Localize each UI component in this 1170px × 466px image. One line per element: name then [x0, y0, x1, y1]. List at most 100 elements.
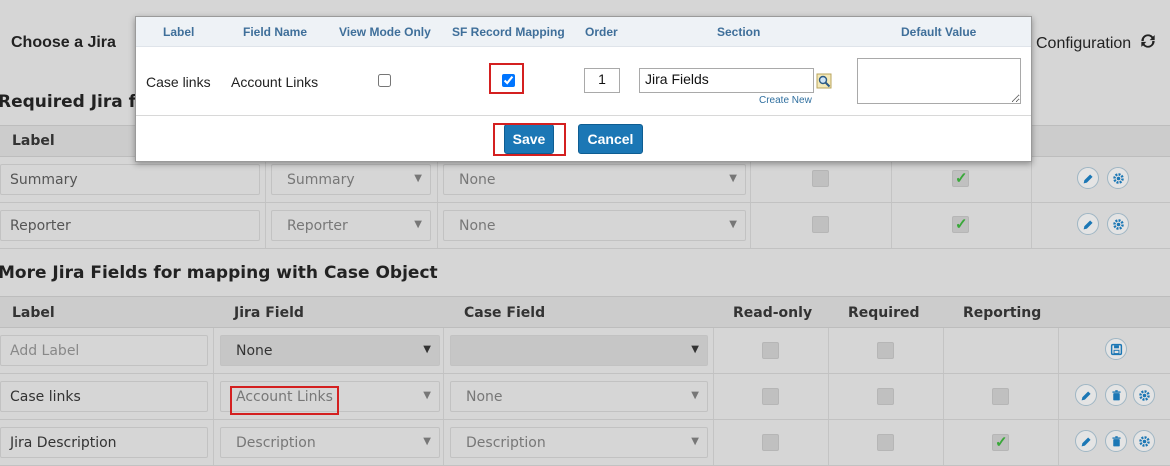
trash-icon	[1111, 435, 1121, 446]
chevron-down-icon: ▼	[691, 344, 699, 355]
table-row: Add Label None ▼ ▼	[0, 328, 1170, 374]
required-checkbox[interactable]	[877, 342, 894, 359]
col-default-value: Default Value	[901, 25, 977, 39]
jira-field-value: None	[236, 343, 273, 359]
configuration-label: Configuration	[1036, 34, 1132, 52]
case-field-select[interactable]: None ▼	[443, 210, 746, 241]
case-field-select[interactable]: Description ▼	[450, 427, 708, 458]
header-jira-field: Jira Field	[234, 305, 304, 321]
read-only-checkbox[interactable]	[762, 434, 779, 451]
default-value-textarea[interactable]	[857, 58, 1021, 104]
col-section: Section	[717, 25, 761, 39]
header-label: Label	[12, 305, 55, 321]
trash-icon	[1111, 389, 1121, 400]
chevron-down-icon: ▼	[414, 173, 422, 184]
jira-field-select[interactable]: Description ▼	[220, 427, 440, 458]
settings-button[interactable]	[1133, 430, 1155, 452]
required-section-title: Required Jira f	[0, 92, 137, 112]
edit-button[interactable]	[1075, 430, 1097, 452]
edit-button[interactable]	[1077, 213, 1099, 235]
chevron-down-icon: ▼	[729, 219, 737, 230]
cancel-button[interactable]: Cancel	[578, 124, 643, 154]
pencil-icon	[1081, 436, 1091, 446]
view-mode-only-checkbox[interactable]	[378, 74, 391, 87]
refresh-icon[interactable]	[1137, 31, 1159, 56]
table-row: Jira Description Description ▼ Descriptio…	[0, 420, 1170, 466]
required-checkbox[interactable]	[877, 388, 894, 405]
gear-icon	[1138, 435, 1150, 447]
header-case-field: Case Field	[464, 305, 546, 321]
gear-icon	[1112, 172, 1124, 184]
pencil-icon	[1083, 219, 1093, 229]
label-input[interactable]: Case links	[0, 381, 208, 412]
order-input[interactable]: 1	[584, 68, 620, 93]
delete-button[interactable]	[1105, 430, 1127, 452]
chevron-down-icon: ▼	[414, 219, 422, 230]
highlight-box	[493, 123, 566, 156]
header-required: Required	[848, 305, 920, 321]
table-row: Summary Summary ▼ None ▼	[0, 157, 1170, 203]
save-row-button[interactable]	[1105, 338, 1127, 360]
label-input[interactable]: Reporter	[0, 210, 260, 241]
required-checkbox[interactable]	[812, 216, 829, 233]
configuration-link[interactable]: Configuration	[1036, 31, 1159, 56]
delete-button[interactable]	[1105, 384, 1127, 406]
more-section-title: More Jira Fields for mapping with Case O…	[0, 263, 438, 283]
col-sf-record-mapping: SF Record Mapping	[452, 25, 565, 39]
case-field-value: None	[459, 172, 496, 188]
settings-button[interactable]	[1133, 384, 1155, 406]
jira-field-value: Reporter	[287, 218, 348, 234]
modal-field-name-value: Account Links	[231, 74, 319, 90]
edit-button[interactable]	[1077, 167, 1099, 189]
chevron-down-icon: ▼	[423, 390, 431, 401]
chevron-down-icon: ▼	[691, 436, 699, 447]
settings-button[interactable]	[1107, 213, 1129, 235]
jira-field-select[interactable]: None ▼	[220, 335, 440, 366]
floppy-disk-icon	[1110, 343, 1122, 355]
jira-field-value: Description	[236, 435, 316, 451]
reporting-checkbox[interactable]	[992, 433, 1009, 451]
reporting-checkbox[interactable]	[952, 215, 969, 233]
header-read-only: Read-only	[733, 305, 813, 321]
pencil-icon	[1083, 173, 1093, 183]
case-field-select[interactable]: None ▼	[450, 381, 708, 412]
reporting-checkbox[interactable]	[992, 388, 1009, 405]
table-row: Case links Account Links ▼ None ▼	[0, 374, 1170, 420]
case-field-select[interactable]: ▼	[450, 335, 708, 366]
col-label: Label	[163, 25, 195, 39]
jira-field-select[interactable]: Reporter ▼	[271, 210, 431, 241]
gear-icon	[1138, 389, 1150, 401]
gear-icon	[1112, 218, 1124, 230]
chevron-down-icon: ▼	[691, 390, 699, 401]
more-table-header: Label Jira Field Case Field Read-only Re…	[0, 296, 1170, 328]
highlight-box	[489, 63, 524, 94]
col-field-name: Field Name	[243, 25, 308, 39]
create-new-link[interactable]: Create New	[759, 95, 812, 106]
modal-label-value: Case links	[146, 74, 211, 90]
reporting-checkbox[interactable]	[952, 169, 969, 187]
col-order: Order	[585, 25, 618, 39]
label-input[interactable]: Summary	[0, 164, 260, 195]
required-checkbox[interactable]	[812, 170, 829, 187]
case-field-value: None	[459, 218, 496, 234]
lookup-search-icon[interactable]	[816, 73, 832, 94]
chevron-down-icon: ▼	[729, 173, 737, 184]
header-reporting: Reporting	[963, 305, 1042, 321]
chevron-down-icon: ▼	[423, 436, 431, 447]
jira-field-select[interactable]: Summary ▼	[271, 164, 431, 195]
section-input[interactable]: Jira Fields	[639, 68, 814, 93]
add-label-input[interactable]: Add Label	[0, 335, 208, 366]
page-title: Choose a Jira	[11, 34, 116, 51]
settings-button[interactable]	[1107, 167, 1129, 189]
case-field-select[interactable]: None ▼	[443, 164, 746, 195]
chevron-down-icon: ▼	[423, 344, 431, 355]
field-edit-modal: Label Field Name View Mode Only SF Recor…	[135, 16, 1032, 162]
label-input[interactable]: Jira Description	[0, 427, 208, 458]
required-checkbox[interactable]	[877, 434, 894, 451]
edit-button[interactable]	[1075, 384, 1097, 406]
table-row: Reporter Reporter ▼ None ▼	[0, 203, 1170, 249]
read-only-checkbox[interactable]	[762, 388, 779, 405]
read-only-checkbox[interactable]	[762, 342, 779, 359]
case-field-value: Description	[466, 435, 546, 451]
modal-header-row: Label Field Name View Mode Only SF Recor…	[136, 17, 1031, 47]
